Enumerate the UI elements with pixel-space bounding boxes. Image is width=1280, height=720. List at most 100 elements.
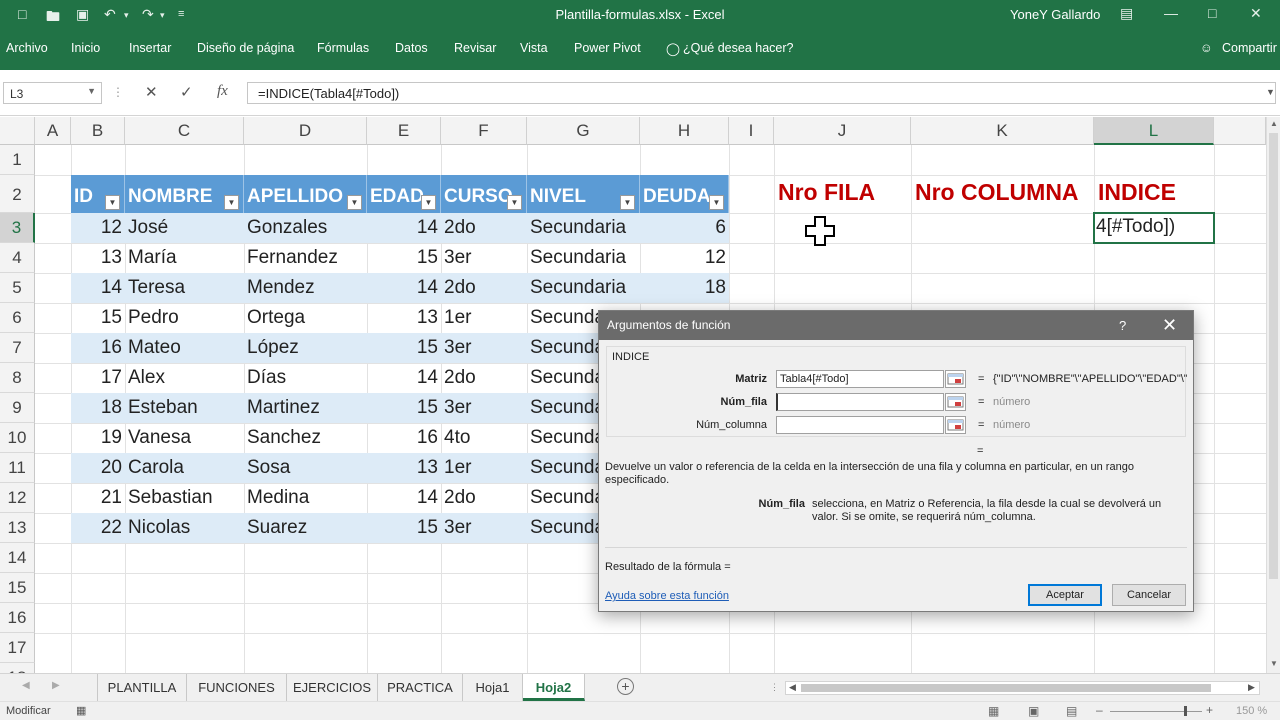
name-box[interactable]: L3 ▼	[3, 82, 102, 104]
table-header-cell[interactable]: ID ▼	[71, 175, 125, 213]
expand-formula-bar-icon[interactable]: ▼	[1266, 87, 1275, 97]
indice-header[interactable]: INDICE	[1098, 179, 1176, 206]
share-button[interactable]: Compartir	[1222, 41, 1277, 55]
close-window-icon[interactable]: ✕	[1250, 5, 1262, 22]
cell-apellido[interactable]: Mendez	[244, 273, 367, 303]
cell-apellido[interactable]: Gonzales	[244, 213, 367, 243]
nro-columna-header[interactable]: Nro COLUMNA	[915, 179, 1079, 206]
table-header-cell[interactable]: NIVEL ▼	[527, 175, 640, 213]
cell-edad[interactable]: 14	[367, 483, 441, 513]
cell-nivel[interactable]: Secunda	[527, 363, 598, 393]
cell-id[interactable]: 13	[71, 243, 125, 273]
column-header-e[interactable]: E	[367, 117, 441, 145]
cell-id[interactable]: 14	[71, 273, 125, 303]
cell-nombre[interactable]: Pedro	[125, 303, 244, 333]
sheet-tab-hoja1[interactable]: Hoja1	[463, 674, 523, 701]
tab-datos[interactable]: Datos	[395, 41, 428, 55]
cell-curso[interactable]: 2do	[441, 363, 527, 393]
share-person-icon[interactable]: ☺	[1200, 41, 1213, 55]
cell-nombre[interactable]: Sebastian	[125, 483, 244, 513]
cell-curso[interactable]: 3er	[441, 393, 527, 423]
cell-curso[interactable]: 4to	[441, 423, 527, 453]
row-header-16[interactable]: 16	[0, 603, 35, 633]
zoom-in-icon[interactable]: +	[1206, 703, 1213, 717]
column-header-g[interactable]: G	[527, 117, 640, 145]
column-header-h[interactable]: H	[640, 117, 729, 145]
cell-curso[interactable]: 1er	[441, 303, 527, 333]
collapse-dialog-icon[interactable]	[945, 370, 966, 388]
cell-edad[interactable]: 15	[367, 243, 441, 273]
row-header-10[interactable]: 10	[0, 423, 35, 453]
cell-edad[interactable]: 13	[367, 303, 441, 333]
row-header-2[interactable]: 2	[0, 175, 35, 213]
row-header-17[interactable]: 17	[0, 633, 35, 663]
filter-dropdown-icon[interactable]: ▼	[224, 195, 239, 210]
cell-nivel[interactable]: Secunda	[527, 393, 598, 423]
cell-id[interactable]: 12	[71, 213, 125, 243]
collapse-dialog-icon[interactable]	[945, 393, 966, 411]
tell-me-box[interactable]: ¿Qué desea hacer?	[683, 41, 794, 55]
cell-nivel[interactable]: Secunda	[527, 483, 598, 513]
formula-input[interactable]: =INDICE(Tabla4[#Todo])	[247, 82, 1276, 104]
arg-input-num-fila[interactable]	[776, 393, 944, 411]
cell-nombre[interactable]: Teresa	[125, 273, 244, 303]
cell-deuda[interactable]: 6	[640, 213, 729, 243]
column-header-f[interactable]: F	[441, 117, 527, 145]
tab-revisar[interactable]: Revisar	[454, 41, 496, 55]
row-header-14[interactable]: 14	[0, 543, 35, 573]
tab-power-pivot[interactable]: Power Pivot	[574, 41, 641, 55]
cell-nombre[interactable]: María	[125, 243, 244, 273]
scroll-right-icon[interactable]: ▶	[1248, 682, 1255, 693]
page-break-view-icon[interactable]: ▤	[1066, 704, 1077, 718]
cell-apellido[interactable]: Ortega	[244, 303, 367, 333]
page-layout-view-icon[interactable]: ▣	[1028, 704, 1039, 718]
sheet-tab-practica[interactable]: PRACTICA	[378, 674, 463, 701]
row-header-12[interactable]: 12	[0, 483, 35, 513]
cell-apellido[interactable]: Medina	[244, 483, 367, 513]
cell-edad[interactable]: 15	[367, 333, 441, 363]
arg-input-matriz[interactable]: Tabla4[#Todo]	[776, 370, 944, 388]
cell-id[interactable]: 21	[71, 483, 125, 513]
cell-curso[interactable]: 2do	[441, 483, 527, 513]
cell-apellido[interactable]: Días	[244, 363, 367, 393]
cell-edad[interactable]: 14	[367, 363, 441, 393]
table-header-cell[interactable]: EDAD ▼	[367, 175, 441, 213]
cell-nivel[interactable]: Secundaria	[527, 243, 640, 273]
cell-id[interactable]: 22	[71, 513, 125, 543]
horizontal-scrollbar[interactable]: ◀ ▶	[785, 681, 1260, 695]
cell-curso[interactable]: 3er	[441, 243, 527, 273]
cell-curso[interactable]: 3er	[441, 333, 527, 363]
zoom-level[interactable]: 150 %	[1236, 705, 1267, 717]
ribbon-options-icon[interactable]: ▤	[1120, 5, 1133, 22]
cell-edad[interactable]: 13	[367, 453, 441, 483]
sheet-tab-ejercicios[interactable]: EJERCICIOS	[287, 674, 378, 701]
row-header-7[interactable]: 7	[0, 333, 35, 363]
column-header-d[interactable]: D	[244, 117, 367, 145]
cell-edad[interactable]: 14	[367, 213, 441, 243]
cell-nombre[interactable]: Vanesa	[125, 423, 244, 453]
cell-curso[interactable]: 3er	[441, 513, 527, 543]
macro-record-icon[interactable]: ▦	[76, 704, 86, 717]
cell-nivel[interactable]: Secunda	[527, 423, 598, 453]
cell-curso[interactable]: 2do	[441, 273, 527, 303]
cell-id[interactable]: 20	[71, 453, 125, 483]
cell-deuda[interactable]: 18	[640, 273, 729, 303]
sheet-tab-hoja2[interactable]: Hoja2	[523, 674, 585, 701]
arg-input-num-columna[interactable]	[776, 416, 944, 434]
cell-nivel[interactable]: Secunda	[527, 513, 598, 543]
cell-nombre[interactable]: Carola	[125, 453, 244, 483]
cell-edad[interactable]: 15	[367, 393, 441, 423]
select-all-corner[interactable]	[0, 117, 35, 145]
cell-nivel[interactable]: Secundaria	[527, 213, 640, 243]
row-header-3[interactable]: 3	[0, 213, 35, 243]
cell-id[interactable]: 17	[71, 363, 125, 393]
row-header-5[interactable]: 5	[0, 273, 35, 303]
scroll-up-icon[interactable]: ▲	[1270, 119, 1278, 128]
minimize-icon[interactable]: —	[1164, 5, 1178, 21]
cell-nivel[interactable]: Secunda	[527, 333, 598, 363]
row-header-13[interactable]: 13	[0, 513, 35, 543]
cell-edad[interactable]: 16	[367, 423, 441, 453]
cell-apellido[interactable]: Suarez	[244, 513, 367, 543]
filter-dropdown-icon[interactable]: ▼	[620, 195, 635, 210]
filter-dropdown-icon[interactable]: ▼	[347, 195, 362, 210]
